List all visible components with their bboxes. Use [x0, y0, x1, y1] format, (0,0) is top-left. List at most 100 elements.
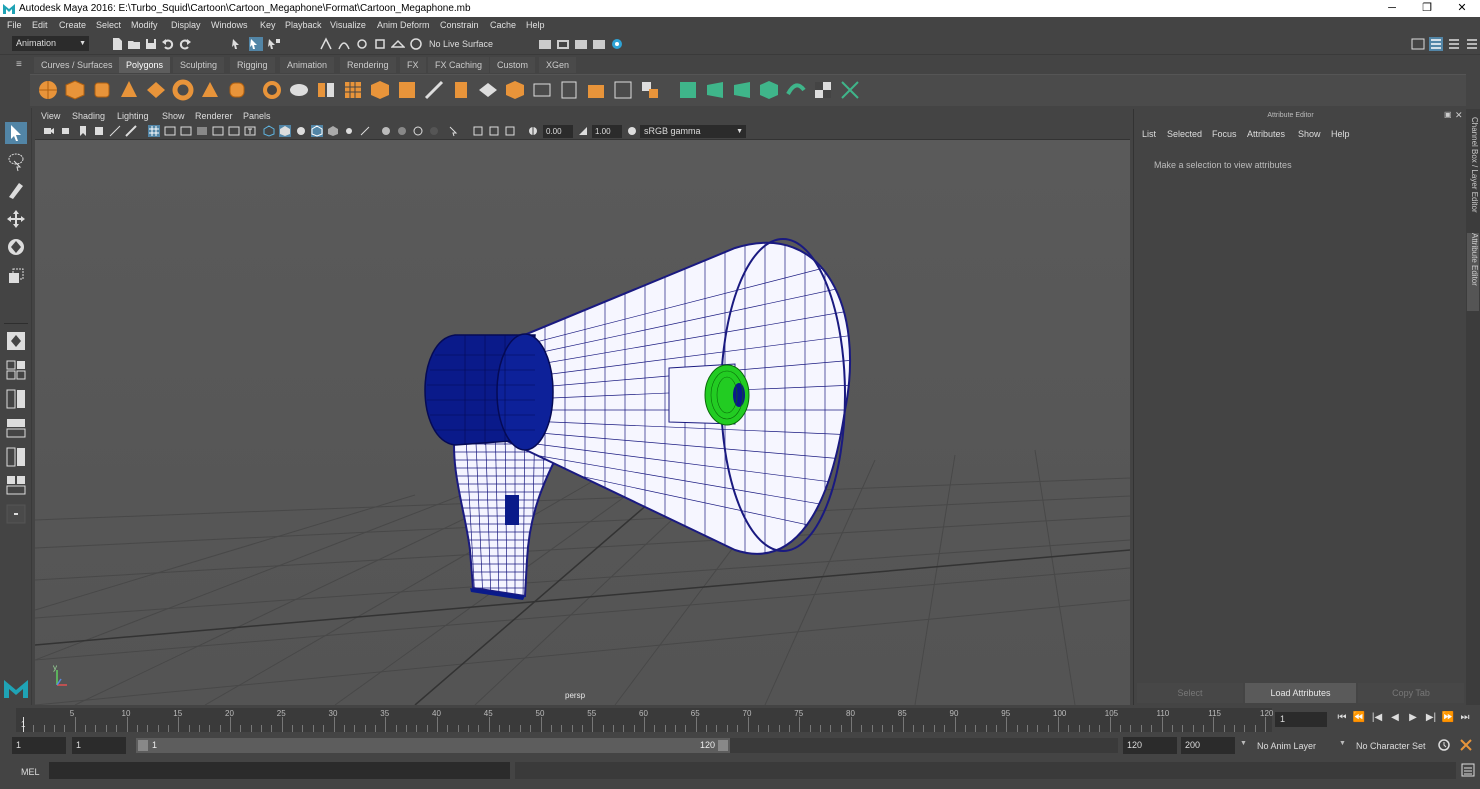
current-frame-field[interactable]: 1	[1275, 712, 1327, 727]
rotate-tool-icon[interactable]	[5, 236, 27, 258]
scale-tool-icon[interactable]	[5, 265, 27, 287]
multi-cut-icon[interactable]	[558, 79, 580, 101]
ae-menu-selected[interactable]: Selected	[1167, 129, 1202, 139]
perspective-viewport[interactable]: y persp	[35, 140, 1130, 705]
shelf-menu-icon[interactable]: ≡	[16, 59, 22, 70]
planar-mapping-icon[interactable]	[704, 79, 726, 101]
shelf-tab-sculpting[interactable]: Sculpting	[173, 57, 225, 73]
step-back-key-button[interactable]: ⏪	[1352, 712, 1366, 724]
hypershade-icon[interactable]	[610, 37, 624, 51]
playback-start-field[interactable]: 1	[72, 737, 126, 754]
film-gate-icon[interactable]	[164, 125, 176, 137]
bevel-icon[interactable]	[450, 79, 472, 101]
shelf-tab-fx-caching[interactable]: FX Caching	[428, 57, 490, 73]
screen-space-ao-icon[interactable]	[380, 125, 392, 137]
snap-curve-icon[interactable]	[337, 37, 351, 51]
snap-view-plane-icon[interactable]	[373, 37, 387, 51]
wireframe-on-shaded-icon[interactable]	[311, 125, 323, 137]
animation-end-field[interactable]: 200	[1181, 737, 1235, 754]
move-tool-icon[interactable]	[5, 208, 27, 230]
xray-icon[interactable]	[472, 125, 484, 137]
animation-start-field[interactable]: 1	[12, 737, 66, 754]
tool-settings-toggle-icon[interactable]	[1447, 37, 1461, 51]
channel-box-toggle-icon[interactable]	[1465, 37, 1479, 51]
menu-file[interactable]: File	[7, 20, 22, 30]
spherical-mapping-icon[interactable]	[758, 79, 780, 101]
shelf-tab-fx[interactable]: FX	[400, 57, 426, 73]
panel-menu-shading[interactable]: Shading	[72, 111, 105, 121]
exposure-icon[interactable]	[527, 125, 539, 137]
ipr-render-icon[interactable]	[574, 37, 588, 51]
redo-icon[interactable]	[178, 37, 192, 51]
select-component-icon[interactable]	[267, 37, 281, 51]
snap-grid-icon[interactable]	[319, 37, 333, 51]
cut-uv-icon[interactable]	[839, 79, 861, 101]
range-start-handle[interactable]	[138, 740, 148, 751]
menu-modify[interactable]: Modify	[131, 20, 158, 30]
menu-playback[interactable]: Playback	[285, 20, 322, 30]
gamma-icon[interactable]	[577, 125, 589, 137]
shelf-tab-curves-surfaces[interactable]: Curves / Surfaces	[34, 57, 120, 73]
character-set-dropdown[interactable]: No Character Set	[1356, 741, 1426, 751]
menu-anim-deform[interactable]: Anim Deform	[377, 20, 430, 30]
animation-preferences-icon[interactable]	[1459, 738, 1473, 752]
select-hierarchy-icon[interactable]	[231, 37, 245, 51]
snap-surface-icon[interactable]	[391, 37, 405, 51]
bridge-icon[interactable]	[423, 79, 445, 101]
play-backwards-button[interactable]: ◀	[1388, 712, 1402, 724]
four-view-icon[interactable]	[5, 359, 27, 381]
extrude-icon[interactable]	[396, 79, 418, 101]
scene-canvas[interactable]: y persp	[35, 140, 1130, 705]
persp-graph-icon[interactable]	[5, 417, 27, 439]
exposure-field[interactable]: 0.00	[543, 125, 573, 138]
go-to-start-button[interactable]: ⏮	[1335, 712, 1349, 724]
menu-cache[interactable]: Cache	[490, 20, 516, 30]
use-all-lights-icon[interactable]	[343, 125, 355, 137]
isolate-select-icon[interactable]	[448, 125, 460, 137]
uv-editor-icon[interactable]	[677, 79, 699, 101]
textured-icon[interactable]	[327, 125, 339, 137]
fill-hole-icon[interactable]	[504, 79, 526, 101]
poly-cube-icon[interactable]	[64, 79, 86, 101]
panel-menu-lighting[interactable]: Lighting	[117, 111, 149, 121]
ae-menu-show[interactable]: Show	[1298, 129, 1321, 139]
wireframe-icon[interactable]	[263, 125, 275, 137]
playback-end-field[interactable]: 120	[1123, 737, 1177, 754]
poly-pipe-icon[interactable]	[226, 79, 248, 101]
menuset-dropdown[interactable]: Animation ▼	[12, 36, 89, 51]
ae-menu-help[interactable]: Help	[1331, 129, 1350, 139]
tab-attribute-editor[interactable]: Attribute Editor	[1467, 233, 1479, 311]
separate-icon[interactable]	[288, 79, 310, 101]
menu-display[interactable]: Display	[171, 20, 201, 30]
menu-create[interactable]: Create	[59, 20, 86, 30]
anti-aliasing-icon[interactable]	[412, 125, 424, 137]
poly-cylinder-icon[interactable]	[91, 79, 113, 101]
shadows-icon[interactable]	[359, 125, 371, 137]
single-perspective-view-icon[interactable]	[5, 330, 27, 352]
ae-menu-list[interactable]: List	[1142, 129, 1156, 139]
poly-sphere-icon[interactable]	[37, 79, 59, 101]
render-view-icon[interactable]	[538, 37, 552, 51]
chevron-down-icon[interactable]: ▼	[1339, 740, 1346, 747]
save-scene-icon[interactable]	[144, 37, 158, 51]
menu-key[interactable]: Key	[260, 20, 276, 30]
workspace-icon[interactable]	[1411, 37, 1425, 51]
cylindrical-mapping-icon[interactable]	[731, 79, 753, 101]
menu-help[interactable]: Help	[526, 20, 545, 30]
minimize-button[interactable]: ─	[1378, 1, 1406, 15]
reduce-icon[interactable]	[369, 79, 391, 101]
render-settings-icon[interactable]	[592, 37, 606, 51]
checker-map-icon[interactable]	[812, 79, 834, 101]
two-d-pan-zoom-icon[interactable]	[109, 125, 121, 137]
menu-constrain[interactable]: Constrain	[440, 20, 479, 30]
append-icon[interactable]	[477, 79, 499, 101]
persp-hypershade-icon[interactable]	[5, 446, 27, 468]
menu-visualize[interactable]: Visualize	[330, 20, 366, 30]
maya-home-logo-icon[interactable]	[3, 676, 29, 700]
safe-title-icon[interactable]	[244, 125, 256, 137]
close-button[interactable]: ✕	[1448, 1, 1476, 15]
xray-active-components-icon[interactable]	[488, 125, 500, 137]
motion-blur-icon[interactable]	[396, 125, 408, 137]
color-space-dropdown[interactable]: sRGB gamma ▼	[640, 125, 746, 138]
copy-tab-button[interactable]: Copy Tab	[1358, 683, 1464, 703]
